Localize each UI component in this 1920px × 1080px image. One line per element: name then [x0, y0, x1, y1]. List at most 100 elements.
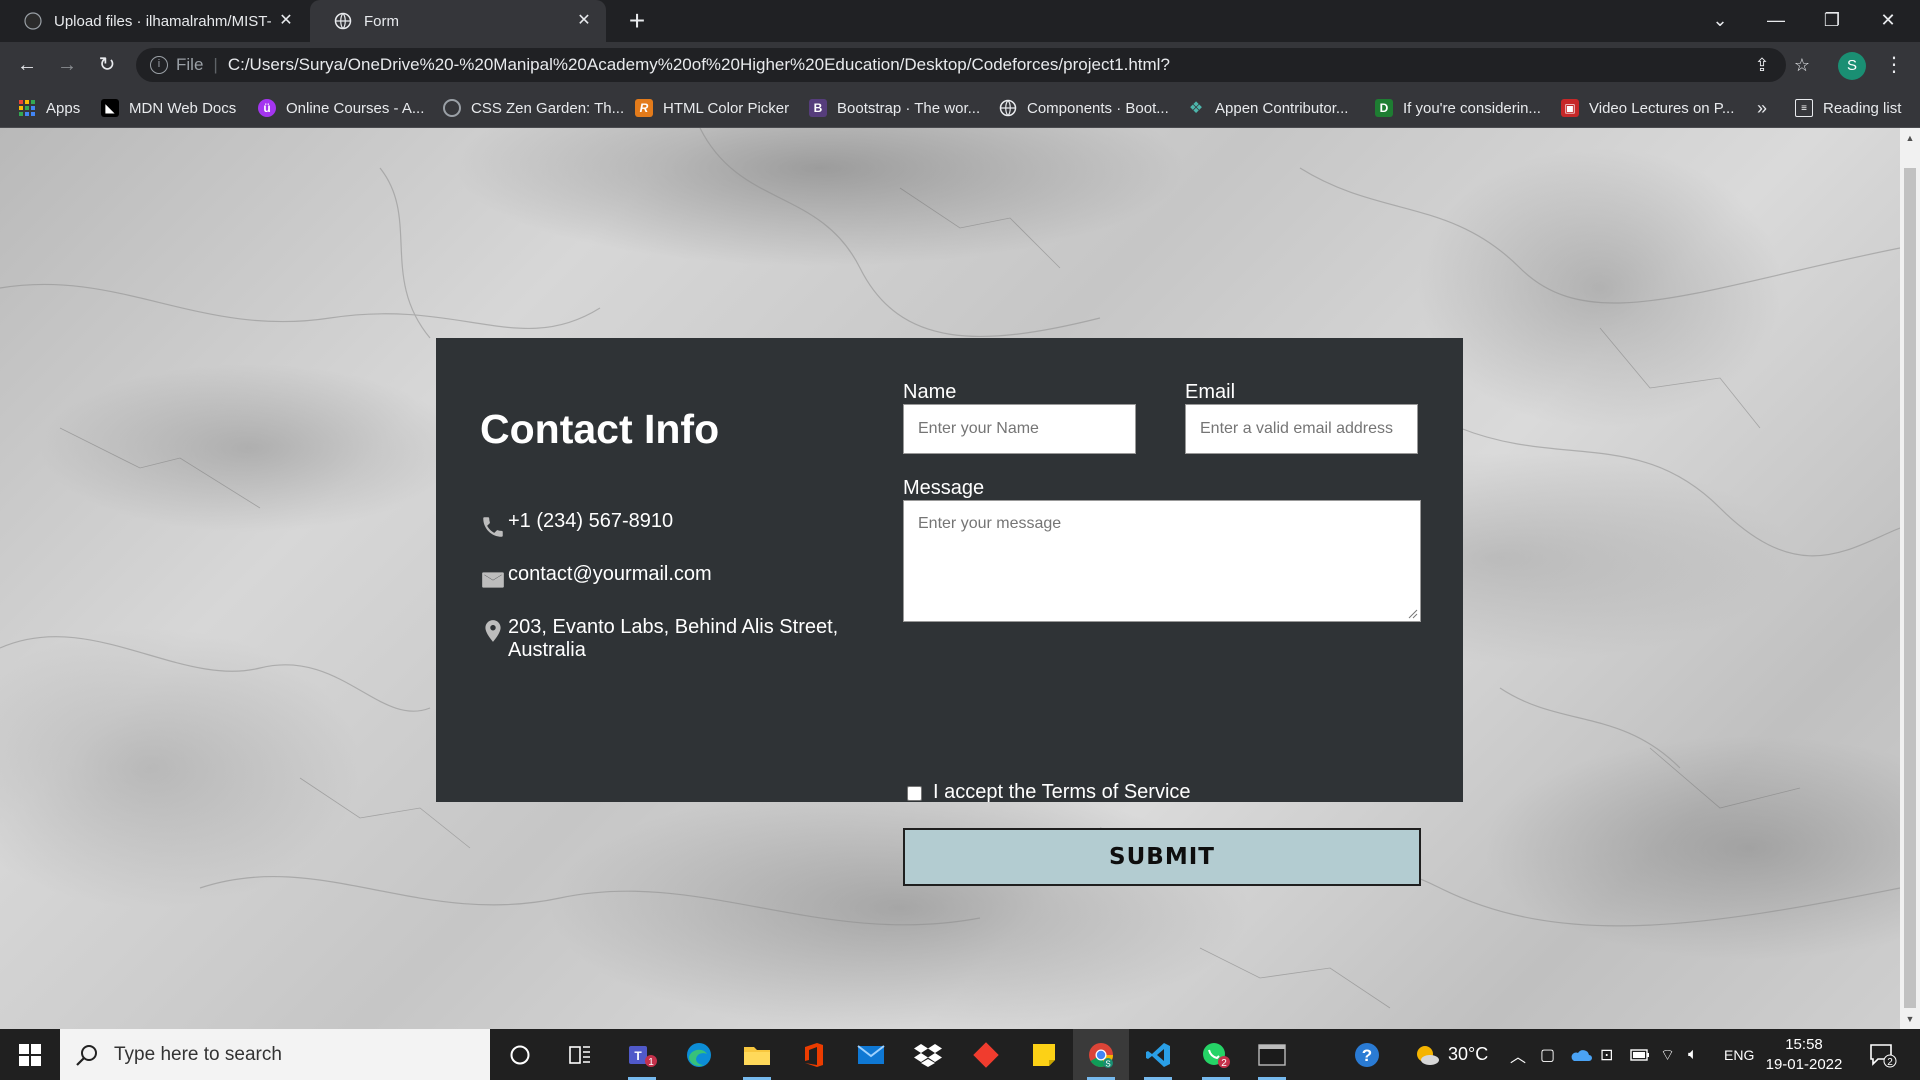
windows-logo-icon: [19, 1043, 41, 1066]
minimize-button[interactable]: —: [1748, 0, 1804, 42]
chrome-icon[interactable]: S: [1073, 1029, 1129, 1080]
network-adapter-icon[interactable]: ⊡: [1600, 1029, 1613, 1080]
reload-button[interactable]: ↻: [92, 50, 122, 80]
teams-icon[interactable]: T1: [614, 1029, 670, 1080]
bookmark-label: If you're considerin...: [1403, 99, 1541, 117]
sticky-notes-icon[interactable]: [1016, 1029, 1072, 1080]
volume-icon[interactable]: 🔈︎: [1688, 1029, 1698, 1080]
language-indicator[interactable]: ENG: [1724, 1029, 1754, 1080]
help-icon[interactable]: ?: [1352, 1029, 1382, 1080]
meet-now-icon[interactable]: ▢: [1540, 1029, 1555, 1080]
bookmark-bootstrap[interactable]: B Bootstrap · The wor...: [809, 96, 980, 120]
battery-icon[interactable]: [1630, 1029, 1650, 1080]
close-tab-icon[interactable]: ✕: [276, 11, 296, 31]
bookmark-css-zen-garden[interactable]: CSS Zen Garden: Th...: [443, 96, 624, 120]
name-placeholder: Enter your Name: [918, 420, 1039, 437]
terms-checkbox[interactable]: [907, 786, 922, 801]
url-text[interactable]: C:/Users/Surya/OneDrive%20-%20Manipal%20…: [228, 55, 1170, 75]
browser-toolbar: ← → ↻ i File | C:/Users/Surya/OneDrive%2…: [0, 42, 1920, 88]
tab-form[interactable]: Form ✕: [310, 0, 606, 42]
bookmarks-overflow-button[interactable]: »: [1757, 96, 1767, 120]
github-icon: [24, 12, 42, 30]
edge-icon[interactable]: [671, 1029, 727, 1080]
close-window-button[interactable]: ✕: [1860, 0, 1916, 42]
contact-card: Contact Info +1 (234) 567-8910 contact@y…: [436, 338, 1463, 886]
share-icon[interactable]: ⇪: [1747, 50, 1777, 80]
bookmark-label: HTML Color Picker: [663, 99, 790, 117]
bookmarks-bar: Apps ◣ MDN Web Docs ü Online Courses - A…: [0, 88, 1920, 128]
bookmark-appen[interactable]: ❖ Appen Contributor...: [1187, 96, 1349, 120]
weather-widget[interactable]: 30°C: [1414, 1029, 1488, 1080]
clock-date: 19-01-2022: [1765, 1056, 1843, 1073]
clock[interactable]: 15:58 19-01-2022: [1764, 1035, 1844, 1075]
onedrive-icon[interactable]: [1568, 1029, 1592, 1080]
tab-search-icon[interactable]: ⌄: [1692, 0, 1748, 42]
back-button[interactable]: ←: [12, 50, 42, 80]
scroll-up-icon[interactable]: ▲: [1900, 130, 1920, 146]
mdn-icon: ◣: [101, 99, 119, 117]
forward-button[interactable]: →: [52, 50, 82, 80]
globe-icon: [999, 99, 1017, 117]
show-hidden-icons-button[interactable]: ︿: [1510, 1029, 1526, 1080]
message-textarea[interactable]: Enter your message: [903, 500, 1421, 622]
weather-temperature: 30°C: [1448, 1044, 1489, 1064]
office-icon[interactable]: [786, 1029, 842, 1080]
page-scrollbar[interactable]: ▲ ▼: [1900, 128, 1920, 1029]
bookmark-apps[interactable]: Apps: [18, 96, 80, 120]
weather-sun-icon: [1417, 1045, 1439, 1065]
bookmark-if-youre-considering[interactable]: D If you're considerin...: [1375, 96, 1541, 120]
bookmark-html-color-picker[interactable]: R HTML Color Picker: [635, 96, 789, 120]
bookmark-label: Components · Boot...: [1027, 99, 1169, 117]
site-info-icon[interactable]: i: [150, 56, 168, 74]
scrollbar-thumb[interactable]: [1904, 168, 1916, 1008]
profile-avatar[interactable]: S: [1838, 52, 1866, 80]
reading-list-button[interactable]: ≡ Reading list: [1795, 96, 1901, 120]
taskbar-search-box[interactable]: Type here to search: [60, 1029, 490, 1080]
udemy-icon: ü: [258, 99, 276, 117]
file-explorer-icon[interactable]: [729, 1029, 785, 1080]
name-input[interactable]: Enter your Name: [903, 404, 1136, 454]
reading-list-icon: ≡: [1795, 99, 1813, 117]
email-input[interactable]: Enter a valid email address: [1185, 404, 1418, 454]
teams-badge: 1: [648, 1057, 654, 1068]
whatsapp-icon[interactable]: 2: [1188, 1029, 1244, 1080]
bookmark-star-icon[interactable]: ☆: [1787, 50, 1817, 80]
contact-phone-text: +1 (234) 567-8910: [508, 510, 674, 532]
address-bar[interactable]: i File | C:/Users/Surya/OneDrive%20-%20M…: [136, 48, 1786, 82]
cortana-icon[interactable]: [492, 1029, 548, 1080]
vscode-icon[interactable]: [1130, 1029, 1186, 1080]
bookmark-mdn[interactable]: ◣ MDN Web Docs: [101, 96, 236, 120]
bookmark-green-icon: D: [1375, 99, 1393, 117]
bookmark-label: Bootstrap · The wor...: [837, 99, 981, 117]
terminal-icon[interactable]: [1244, 1029, 1300, 1080]
tab-title: Form: [364, 12, 399, 30]
email-placeholder: Enter a valid email address: [1200, 420, 1393, 437]
resize-grip-icon[interactable]: [1408, 609, 1418, 619]
terms-label[interactable]: I accept the Terms of Service: [933, 781, 1191, 804]
message-placeholder: Enter your message: [918, 515, 1062, 532]
svg-text:?: ?: [1362, 1046, 1372, 1065]
mail-icon[interactable]: [843, 1029, 899, 1080]
wifi-icon[interactable]: ⌔: [1660, 1029, 1675, 1080]
new-tab-button[interactable]: +: [622, 6, 652, 36]
bookmark-label: CSS Zen Garden: Th...: [471, 99, 625, 117]
bookmark-components[interactable]: Components · Boot...: [999, 96, 1169, 120]
scroll-down-icon[interactable]: ▼: [1900, 1011, 1920, 1027]
search-icon: [76, 1044, 97, 1066]
restore-button[interactable]: ❐: [1804, 0, 1860, 42]
tab-upload-files[interactable]: Upload files · ilhamalrahm/MIST- ✕: [0, 0, 308, 42]
close-tab-icon[interactable]: ✕: [574, 11, 594, 31]
start-button[interactable]: [0, 1029, 60, 1080]
notifications-button[interactable]: 2: [1868, 1029, 1898, 1080]
reading-list-label: Reading list: [1823, 99, 1902, 117]
contact-email-text: contact@yourmail.com: [508, 563, 712, 585]
contact-address-text: 203, Evanto Labs, Behind Alis Street, Au…: [508, 616, 839, 661]
git-icon[interactable]: [958, 1029, 1014, 1080]
browser-menu-icon[interactable]: ⋮: [1882, 50, 1906, 80]
dropbox-icon[interactable]: [900, 1029, 956, 1080]
submit-button[interactable]: SUBMIT: [903, 828, 1421, 886]
bookmark-label: Online Courses - A...: [286, 99, 425, 117]
task-view-icon[interactable]: [552, 1029, 608, 1080]
bookmark-video-lectures[interactable]: ▣ Video Lectures on P...: [1561, 96, 1734, 120]
bookmark-online-courses[interactable]: ü Online Courses - A...: [258, 96, 424, 120]
